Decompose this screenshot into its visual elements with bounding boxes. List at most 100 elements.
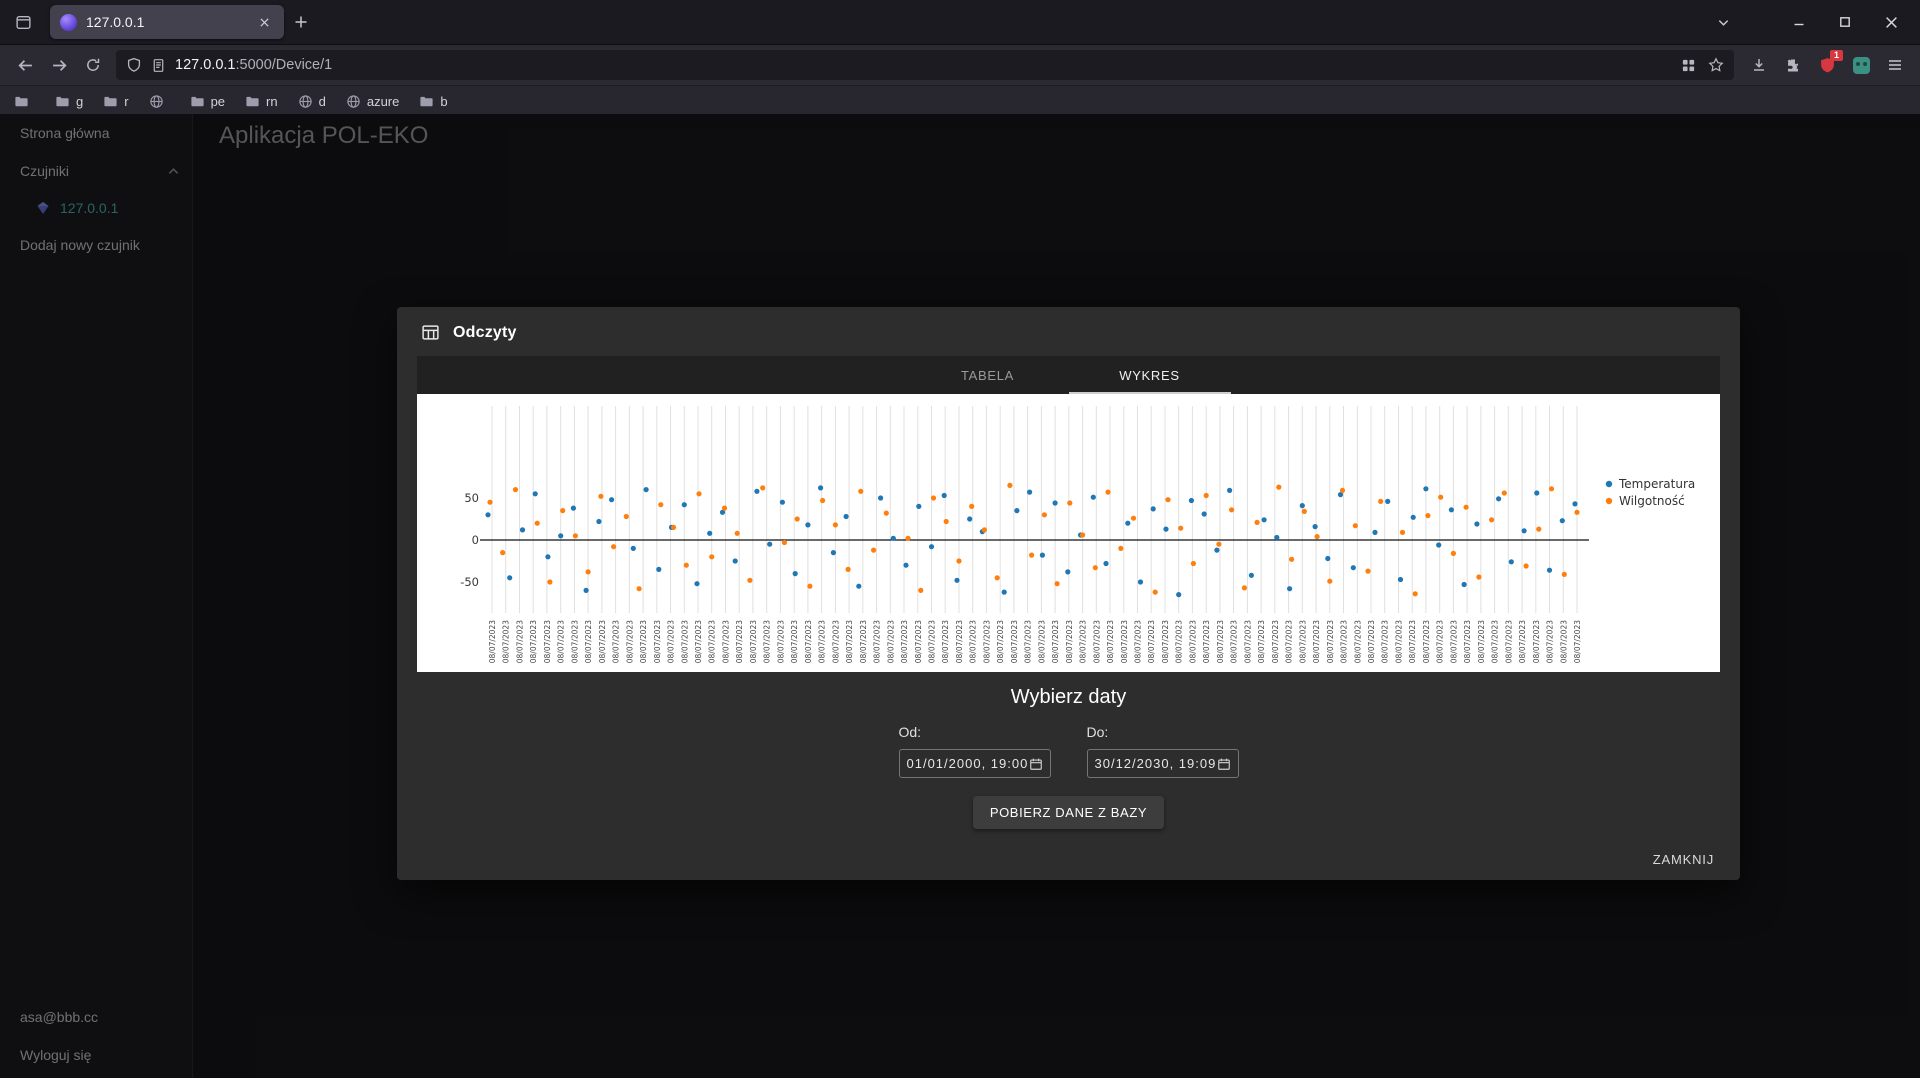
- from-date-column: Od: 01/01/2000, 19:00: [898, 724, 1051, 778]
- tab-wykres[interactable]: WYKRES: [1069, 356, 1231, 394]
- minimize-button[interactable]: [1776, 0, 1822, 44]
- browser-tab[interactable]: 127.0.0.1: [50, 5, 284, 39]
- svg-text:08/07/2023: 08/07/2023: [1477, 620, 1486, 663]
- chart-area: 50 0 -50 08/07/2023 08/07/2023 08/07/2023 08/0…: [417, 394, 1720, 672]
- svg-text:50: 50: [464, 491, 479, 505]
- to-datetime-input[interactable]: 30/12/2030, 19:09: [1086, 749, 1239, 778]
- svg-text:08/07/2023: 08/07/2023: [502, 620, 511, 663]
- adblock-shield-icon[interactable]: 1: [1810, 50, 1844, 80]
- forward-button[interactable]: [42, 50, 76, 80]
- svg-text:08/07/2023: 08/07/2023: [1161, 620, 1170, 663]
- dates-heading: Wybierz daty: [1010, 686, 1127, 708]
- table-icon: [422, 325, 439, 340]
- svg-text:Temperatura: Temperatura: [1618, 477, 1695, 491]
- svg-text:08/07/2023: 08/07/2023: [1573, 620, 1582, 663]
- tab-strip: 127.0.0.1: [0, 0, 1920, 44]
- bookmark-star-icon[interactable]: [1708, 57, 1724, 73]
- svg-text:08/07/2023: 08/07/2023: [1367, 620, 1376, 663]
- svg-text:08/07/2023: 08/07/2023: [941, 620, 950, 663]
- close-dialog-button[interactable]: ZAMKNIJ: [1647, 851, 1720, 868]
- download-icon[interactable]: [1742, 50, 1776, 80]
- url-host: 127.0.0.1: [175, 57, 236, 73]
- tab-favicon: [60, 13, 77, 31]
- new-tab-button[interactable]: [284, 5, 318, 39]
- svg-text:08/07/2023: 08/07/2023: [570, 620, 579, 663]
- folder-icon: [420, 96, 433, 106]
- close-window-button[interactable]: [1868, 0, 1914, 44]
- folder-icon: [56, 96, 69, 106]
- svg-text:08/07/2023: 08/07/2023: [900, 620, 909, 663]
- svg-text:08/07/2023: 08/07/2023: [1422, 620, 1431, 663]
- svg-text:08/07/2023: 08/07/2023: [1024, 620, 1033, 663]
- svg-text:08/07/2023: 08/07/2023: [680, 620, 689, 663]
- calendar-icon[interactable]: [1029, 757, 1043, 771]
- bookmark-item[interactable]: [149, 94, 170, 109]
- svg-text:08/07/2023: 08/07/2023: [955, 620, 964, 663]
- svg-text:08/07/2023: 08/07/2023: [584, 620, 593, 663]
- svg-text:08/07/2023: 08/07/2023: [653, 620, 662, 663]
- svg-text:08/07/2023: 08/07/2023: [557, 620, 566, 663]
- svg-text:08/07/2023: 08/07/2023: [1092, 620, 1101, 663]
- svg-text:08/07/2023: 08/07/2023: [1285, 620, 1294, 663]
- svg-text:08/07/2023: 08/07/2023: [996, 620, 1005, 663]
- svg-text:08/07/2023: 08/07/2023: [529, 620, 538, 663]
- bookmark-item[interactable]: azure: [346, 94, 399, 109]
- svg-text:08/07/2023: 08/07/2023: [1559, 620, 1568, 663]
- back-button[interactable]: [8, 50, 42, 80]
- svg-text:-50: -50: [460, 575, 479, 589]
- page-actions: [1681, 57, 1724, 73]
- svg-text:08/07/2023: 08/07/2023: [1518, 620, 1527, 663]
- maximize-button[interactable]: [1822, 0, 1868, 44]
- tab-close-icon[interactable]: [254, 12, 274, 32]
- bookmark-item[interactable]: r: [103, 94, 129, 109]
- tab-tabela[interactable]: TABELA: [907, 356, 1069, 394]
- svg-text:08/07/2023: 08/07/2023: [694, 620, 703, 663]
- svg-text:08/07/2023: 08/07/2023: [1546, 620, 1555, 663]
- dialog-header: Odczyty: [397, 307, 1740, 354]
- url-bar[interactable]: 127.0.0.1:5000/Device/1: [116, 50, 1734, 80]
- svg-text:08/07/2023: 08/07/2023: [1202, 620, 1211, 663]
- firefox-view-icon[interactable]: [6, 5, 40, 39]
- url-text: 127.0.0.1:5000/Device/1: [175, 57, 332, 73]
- tracking-protection-shield-icon[interactable]: [126, 57, 142, 73]
- svg-text:08/07/2023: 08/07/2023: [1436, 620, 1445, 663]
- reload-button[interactable]: [76, 50, 110, 80]
- extensions-puzzle-icon[interactable]: [1776, 50, 1810, 80]
- folder-icon: [104, 96, 117, 106]
- svg-text:08/07/2023: 08/07/2023: [1257, 620, 1266, 663]
- scatter-plot: 50 0 -50 08/07/2023 08/07/2023 08/07/2023 08/0…: [460, 406, 1695, 663]
- bookmark-item[interactable]: b: [419, 94, 448, 109]
- dialog-tabs: TABELA WYKRES: [417, 356, 1720, 394]
- bookmark-item[interactable]: [14, 94, 35, 109]
- svg-text:08/07/2023: 08/07/2023: [1037, 620, 1046, 663]
- reader-grid-icon[interactable]: [1681, 58, 1696, 73]
- svg-text:08/07/2023: 08/07/2023: [1395, 620, 1404, 663]
- green-extension-icon[interactable]: [1844, 50, 1878, 80]
- svg-text:08/07/2023: 08/07/2023: [1147, 620, 1156, 663]
- bookmark-item[interactable]: d: [298, 94, 326, 109]
- calendar-icon[interactable]: [1217, 757, 1231, 771]
- menu-hamburger-icon[interactable]: [1878, 50, 1912, 80]
- svg-text:08/07/2023: 08/07/2023: [776, 620, 785, 663]
- bookmark-item[interactable]: rn: [245, 94, 278, 109]
- svg-text:08/07/2023: 08/07/2023: [969, 620, 978, 663]
- bookmark-item[interactable]: pe: [190, 94, 225, 109]
- site-info-page-icon[interactable]: [151, 58, 166, 73]
- svg-text:08/07/2023: 08/07/2023: [873, 620, 882, 663]
- readings-dialog: Odczyty TABELA WYKRES 50 0 -50 08/07/2023 08…: [397, 307, 1740, 880]
- to-label: Do:: [1086, 724, 1109, 740]
- svg-text:08/07/2023: 08/07/2023: [804, 620, 813, 663]
- list-all-tabs-icon[interactable]: [1706, 5, 1740, 39]
- svg-text:08/07/2023: 08/07/2023: [1353, 620, 1362, 663]
- svg-text:08/07/2023: 08/07/2023: [625, 620, 634, 663]
- bookmark-item[interactable]: g: [55, 94, 83, 109]
- browser-window: 127.0.0.1 127.0.0.1:5000/Device/1 1 g r …: [0, 0, 1920, 1078]
- fetch-row: POBIERZ DANE Z BAZY: [397, 796, 1740, 829]
- svg-text:Wilgotność: Wilgotność: [1619, 494, 1685, 508]
- fetch-data-button[interactable]: POBIERZ DANE Z BAZY: [972, 796, 1165, 829]
- svg-text:08/07/2023: 08/07/2023: [749, 620, 758, 663]
- from-datetime-input[interactable]: 01/01/2000, 19:00: [898, 749, 1051, 778]
- navigation-toolbar: 127.0.0.1:5000/Device/1 1: [0, 44, 1920, 85]
- svg-text:08/07/2023: 08/07/2023: [845, 620, 854, 663]
- from-label: Od:: [898, 724, 922, 740]
